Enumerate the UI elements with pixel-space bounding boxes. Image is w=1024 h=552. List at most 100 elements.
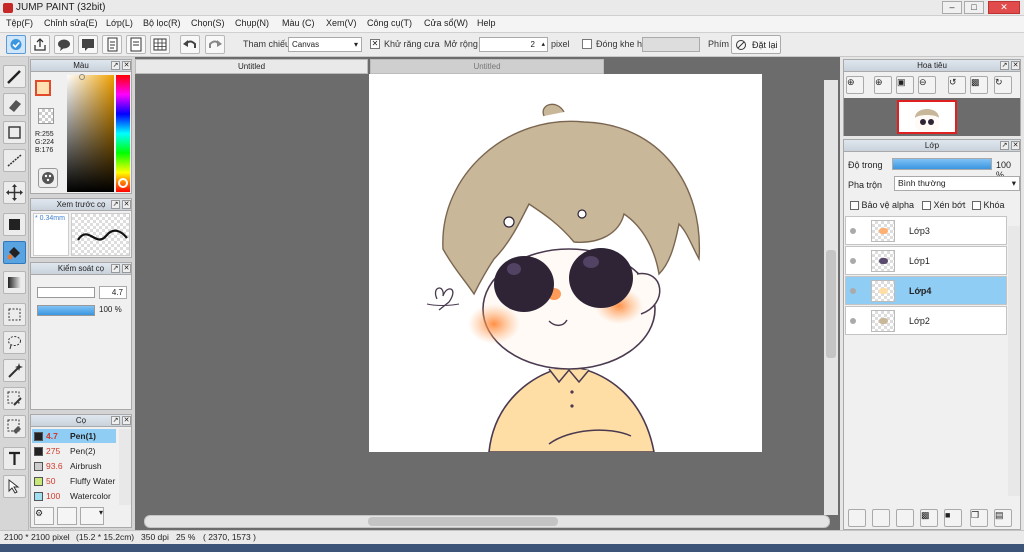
- select-eraser-icon[interactable]: [3, 415, 26, 438]
- transparent-color-icon[interactable]: [38, 108, 54, 124]
- move-icon[interactable]: [3, 181, 26, 204]
- visibility-icon[interactable]: [850, 258, 856, 264]
- message-icon[interactable]: [78, 35, 98, 54]
- expand-stepper[interactable]: 2 ▴: [479, 37, 548, 52]
- select-pen-icon[interactable]: [3, 387, 26, 410]
- menu-edit[interactable]: Chỉnh sửa(E): [44, 18, 98, 28]
- close-gap-select[interactable]: [642, 37, 700, 52]
- maximize-button[interactable]: □: [964, 1, 984, 14]
- close-icon[interactable]: ✕: [122, 61, 131, 70]
- menu-layer[interactable]: Lớp(L): [106, 18, 133, 28]
- brush-size-slider[interactable]: [37, 287, 95, 298]
- brush-item[interactable]: 100 Watercolor: [32, 489, 116, 503]
- undock-icon[interactable]: ↗: [111, 61, 120, 70]
- undo-icon[interactable]: [180, 35, 200, 54]
- zoom-out-icon[interactable]: ⊖: [918, 76, 936, 94]
- brush-item[interactable]: 4.7 Pen(1): [32, 429, 116, 443]
- brush-item[interactable]: 50 Fluffy Water: [32, 474, 116, 488]
- menu-view[interactable]: Xem(V): [326, 18, 357, 28]
- hue-slider[interactable]: [116, 75, 130, 192]
- brush-opacity-slider[interactable]: [37, 305, 95, 316]
- menu-filter[interactable]: Bộ lọc(R): [143, 18, 181, 28]
- eraser-icon[interactable]: [3, 93, 26, 116]
- tab-untitled-inactive[interactable]: Untitled: [370, 59, 604, 74]
- mask-layer-icon[interactable]: ▩: [920, 509, 938, 527]
- reference-select[interactable]: Canvas ▾: [288, 37, 362, 52]
- bucket-fill-icon[interactable]: [3, 241, 26, 264]
- blend-mode-select[interactable]: Bình thường ▾: [894, 176, 1020, 191]
- menu-color[interactable]: Màu (C): [282, 18, 315, 28]
- lock-checkbox[interactable]: Khóa: [972, 200, 1005, 211]
- brush-item[interactable]: 93.6 Airbrush: [32, 459, 116, 473]
- gradient-icon[interactable]: [3, 271, 26, 294]
- palette-icon[interactable]: [38, 168, 58, 188]
- rotate-left-icon[interactable]: ↺: [948, 76, 966, 94]
- saturation-value-picker[interactable]: [67, 75, 114, 192]
- menu-file[interactable]: Tệp(F): [6, 18, 33, 28]
- brush-item[interactable]: 275 Pen(2): [32, 444, 116, 458]
- protect-alpha-checkbox[interactable]: Bảo vệ alpha: [850, 200, 914, 211]
- grid-icon[interactable]: [150, 35, 170, 54]
- close-gap-checkbox[interactable]: [582, 39, 592, 49]
- visibility-icon[interactable]: [850, 318, 856, 324]
- brushes-scrollbar[interactable]: [119, 429, 131, 505]
- drawing-canvas[interactable]: [369, 74, 762, 452]
- visibility-icon[interactable]: [850, 288, 856, 294]
- close-icon[interactable]: ✕: [122, 200, 131, 209]
- menu-window[interactable]: Cửa sổ(W): [424, 18, 468, 28]
- redo-icon[interactable]: [205, 35, 225, 54]
- new-layer-icon[interactable]: [848, 509, 866, 527]
- undock-icon[interactable]: ↗: [111, 200, 120, 209]
- minimize-button[interactable]: –: [942, 1, 962, 14]
- share-icon[interactable]: [30, 35, 50, 54]
- undock-icon[interactable]: ↗: [1000, 61, 1009, 70]
- reset-button[interactable]: Đặt lại: [731, 35, 781, 54]
- visibility-icon[interactable]: [850, 228, 856, 234]
- close-icon[interactable]: ✕: [122, 264, 131, 273]
- rotate-right-icon[interactable]: ↻: [994, 76, 1012, 94]
- new-brush-icon[interactable]: [57, 507, 77, 525]
- clipping-checkbox[interactable]: Xén bớt: [922, 200, 965, 211]
- antialias-checkbox[interactable]: ✕: [370, 39, 380, 49]
- menu-tools[interactable]: Công cụ(T): [367, 18, 412, 28]
- zoom-fit-icon[interactable]: ⊕: [846, 76, 864, 94]
- undock-icon[interactable]: ↗: [1000, 141, 1009, 150]
- rect-select-icon[interactable]: [3, 303, 26, 326]
- lasso-icon[interactable]: [3, 331, 26, 354]
- layer-row[interactable]: Lớp4: [845, 276, 1007, 305]
- line-icon[interactable]: [3, 149, 26, 172]
- navigator-thumbnail[interactable]: [897, 100, 957, 134]
- menu-select[interactable]: Chọn(S): [191, 18, 225, 28]
- brush-size-input[interactable]: 4.7: [99, 286, 127, 299]
- vertical-scroll-thumb[interactable]: [826, 250, 836, 358]
- undock-icon[interactable]: ↗: [111, 264, 120, 273]
- layer-row[interactable]: Lớp1: [845, 246, 1007, 275]
- brush-menu-icon[interactable]: ▾: [80, 507, 104, 525]
- snap-icon[interactable]: [6, 35, 26, 54]
- pen-icon[interactable]: [3, 65, 26, 88]
- document-icon[interactable]: [102, 35, 122, 54]
- new-vector-layer-icon[interactable]: [872, 509, 890, 527]
- zoom-in-icon[interactable]: ⊕: [874, 76, 892, 94]
- horizontal-scroll-thumb[interactable]: [368, 517, 558, 526]
- menu-capture[interactable]: Chụp(N): [235, 18, 269, 28]
- duplicate-layer-icon[interactable]: [896, 509, 914, 527]
- text-icon[interactable]: [3, 447, 26, 470]
- page-icon[interactable]: [126, 35, 146, 54]
- comment-icon[interactable]: [54, 35, 74, 54]
- magic-wand-icon[interactable]: [3, 359, 26, 382]
- hue-cursor[interactable]: [118, 178, 128, 188]
- fill-rect-icon[interactable]: [3, 213, 26, 236]
- undock-icon[interactable]: ↗: [111, 416, 120, 425]
- operation-icon[interactable]: [3, 475, 26, 498]
- layer-opacity-slider[interactable]: [892, 158, 992, 170]
- brush-settings-icon[interactable]: ⚙: [34, 507, 54, 525]
- close-icon[interactable]: ✕: [1011, 61, 1020, 70]
- close-icon[interactable]: ✕: [1011, 141, 1020, 150]
- folder-icon[interactable]: ■: [944, 509, 962, 527]
- tab-untitled-active[interactable]: Untitled: [135, 59, 368, 74]
- flip-icon[interactable]: ▩: [970, 76, 988, 94]
- close-icon[interactable]: ✕: [122, 416, 131, 425]
- layers-scrollbar[interactable]: [1008, 226, 1020, 496]
- close-button[interactable]: ✕: [988, 1, 1020, 14]
